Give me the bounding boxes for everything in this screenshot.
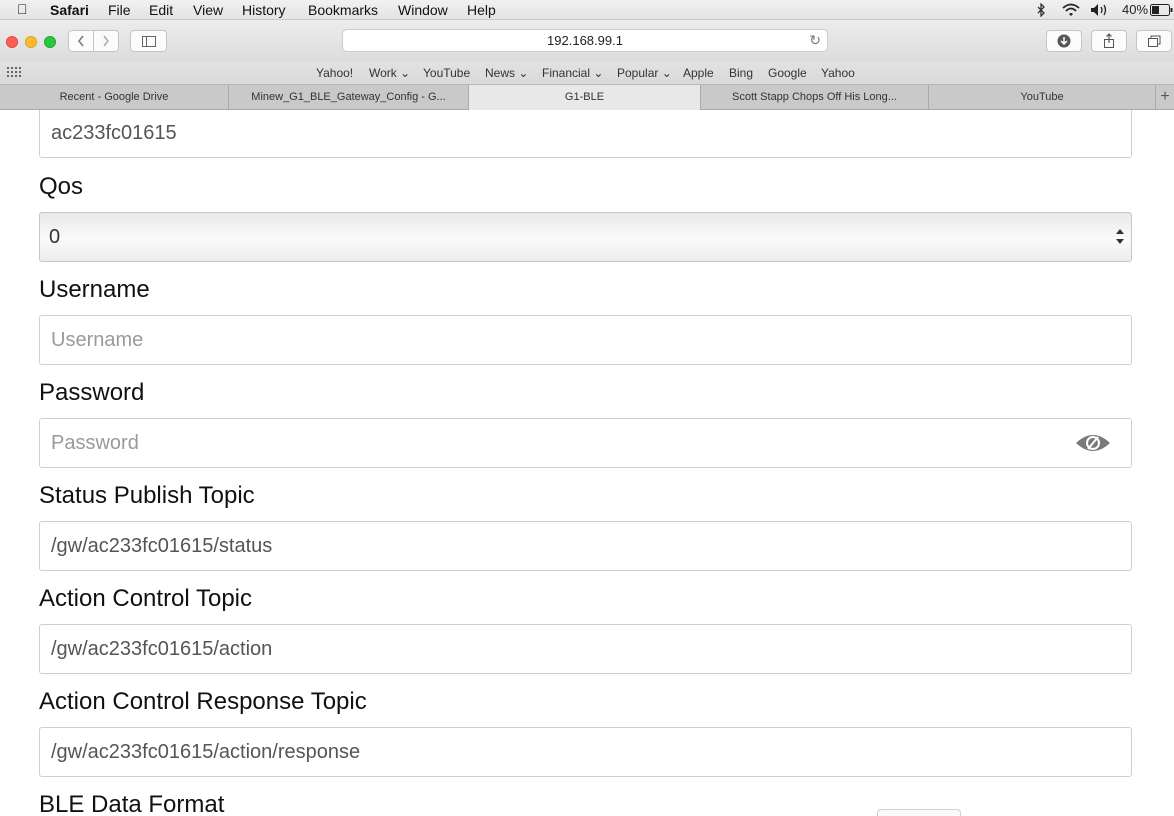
favorite-youtube[interactable]: YouTube [423, 66, 470, 80]
qos-selected-value: 0 [49, 226, 61, 248]
favorite-apple[interactable]: Apple [683, 66, 714, 80]
tab-g1-ble[interactable]: G1-BLE [469, 85, 701, 110]
chevron-down-icon: ⌄ [593, 66, 604, 80]
chevron-left-icon [78, 35, 84, 47]
favorite-yahoo[interactable]: Yahoo [821, 66, 855, 80]
ble-format-option-button[interactable] [877, 809, 961, 816]
action-topic-input[interactable]: /gw/ac233fc01615/action [39, 624, 1132, 674]
sidebar-toggle-button[interactable] [130, 30, 167, 52]
tab-bar: Recent - Google Drive Minew_G1_BLE_Gatew… [0, 84, 1174, 110]
sidebar-icon [141, 36, 156, 47]
qos-label: Qos [39, 173, 84, 200]
menu-file[interactable]: File [108, 2, 131, 18]
battery-percentage: 40% [1122, 2, 1149, 17]
top-sites-grid-icon[interactable] [7, 67, 21, 77]
menu-window[interactable]: Window [398, 2, 448, 18]
zoom-window-button[interactable] [44, 36, 56, 48]
battery-icon[interactable] [1150, 4, 1174, 16]
favorite-bing[interactable]: Bing [729, 66, 753, 80]
select-arrows-icon [1116, 229, 1124, 244]
password-input[interactable]: Password [39, 418, 1132, 468]
action-topic-label: Action Control Topic [39, 585, 252, 612]
chevron-right-icon [103, 35, 109, 47]
apple-menu-icon[interactable]:  [17, 1, 28, 17]
ble-data-format-label: BLE Data Format [39, 791, 225, 816]
chevron-down-icon: ⌄ [518, 66, 529, 80]
favorites-bar: Yahoo! Work ⌄ YouTube News ⌄ Financial ⌄… [0, 62, 1174, 84]
back-button[interactable] [68, 30, 94, 52]
tab-youtube[interactable]: YouTube [929, 85, 1156, 110]
download-icon [1057, 34, 1071, 48]
username-label: Username [39, 276, 150, 303]
menu-bookmarks[interactable]: Bookmarks [308, 2, 378, 18]
status-topic-input[interactable]: /gw/ac233fc01615/status [39, 521, 1132, 571]
menu-app-name[interactable]: Safari [50, 2, 89, 18]
client-id-input[interactable]: ac233fc01615 [39, 110, 1132, 158]
show-tabs-button[interactable] [1136, 30, 1172, 52]
eye-slash-icon[interactable] [1075, 430, 1111, 456]
favorite-yahoo-exclaim[interactable]: Yahoo! [316, 66, 353, 80]
favorite-work-folder[interactable]: Work ⌄ [369, 66, 410, 80]
chevron-down-icon: ⌄ [400, 66, 411, 80]
menu-bar:  Safari File Edit View History Bookmark… [0, 0, 1174, 20]
url-text: 192.168.99.1 [547, 33, 623, 48]
forward-button[interactable] [93, 30, 119, 52]
username-input[interactable]: Username [39, 315, 1132, 365]
favorite-financial-folder[interactable]: Financial ⌄ [542, 66, 603, 80]
volume-icon[interactable] [1090, 3, 1112, 17]
password-label: Password [39, 379, 145, 406]
qos-select[interactable]: 0 [39, 212, 1132, 262]
action-response-topic-label: Action Control Response Topic [39, 688, 367, 715]
tab-scott-stapp[interactable]: Scott Stapp Chops Off His Long... [701, 85, 929, 110]
new-tab-button[interactable]: + [1156, 85, 1174, 110]
menu-history[interactable]: History [242, 2, 286, 18]
menu-help[interactable]: Help [467, 2, 496, 18]
page-content: ac233fc01615 Qos 0 Username Username Pas… [0, 110, 1174, 816]
favorite-news-folder[interactable]: News ⌄ [485, 66, 528, 80]
action-response-topic-input[interactable]: /gw/ac233fc01615/action/response [39, 727, 1132, 777]
bluetooth-icon[interactable] [1034, 3, 1048, 17]
password-placeholder: Password [51, 432, 139, 454]
share-button[interactable] [1091, 30, 1127, 52]
tabs-overview-icon [1148, 35, 1161, 47]
status-topic-label: Status Publish Topic [39, 482, 255, 509]
tab-recent-google-drive[interactable]: Recent - Google Drive [0, 85, 229, 110]
favorite-google[interactable]: Google [768, 66, 807, 80]
downloads-button[interactable] [1046, 30, 1082, 52]
minimize-window-button[interactable] [25, 36, 37, 48]
address-bar[interactable]: 192.168.99.1 ↻ [342, 29, 828, 52]
chevron-down-icon: ⌄ [661, 66, 672, 80]
reload-icon[interactable]: ↻ [809, 30, 821, 51]
favorite-popular-folder[interactable]: Popular ⌄ [617, 66, 672, 80]
close-window-button[interactable] [6, 36, 18, 48]
menu-view[interactable]: View [193, 2, 223, 18]
wifi-icon[interactable] [1061, 2, 1081, 17]
menu-edit[interactable]: Edit [149, 2, 173, 18]
share-icon [1104, 33, 1114, 48]
tab-minew-config[interactable]: Minew_G1_BLE_Gateway_Config - G... [229, 85, 469, 110]
